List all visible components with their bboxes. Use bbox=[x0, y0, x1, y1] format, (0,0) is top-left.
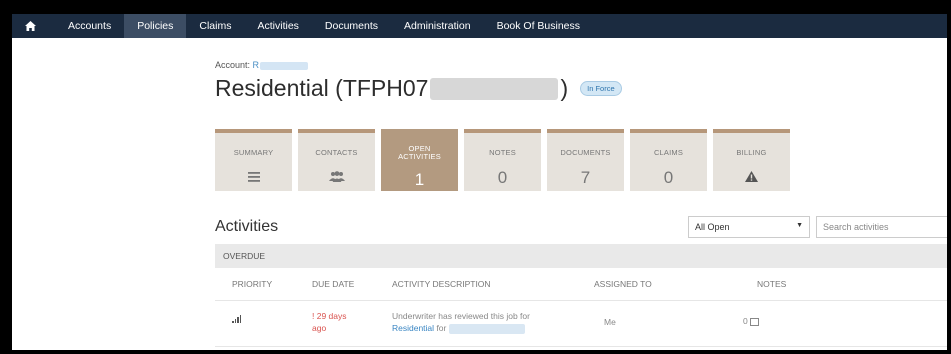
nav-administration[interactable]: Administration bbox=[391, 14, 484, 38]
policy-title-suffix: ) bbox=[560, 75, 569, 101]
caret-down-icon: ▼ bbox=[796, 222, 803, 229]
tile-documents[interactable]: DOCUMENTS 7 bbox=[547, 129, 624, 191]
filter-selected-value: All Open bbox=[695, 222, 730, 232]
tile-label: OPEN ACTIVITIES bbox=[381, 145, 458, 161]
tile-value: 0 bbox=[663, 168, 674, 187]
overdue-group-header[interactable]: OVERDUE bbox=[215, 244, 947, 268]
page-title: Residential (TFPH07 ) In Force bbox=[215, 75, 622, 102]
due-date-line1: ! 29 days bbox=[312, 311, 347, 321]
tile-label: SUMMARY bbox=[233, 148, 274, 157]
policy-title-prefix: Residential (TFPH07 bbox=[215, 75, 429, 101]
nav-claims[interactable]: Claims bbox=[186, 14, 244, 38]
activity-filter-select[interactable]: All Open ▼ bbox=[688, 216, 810, 238]
tile-notes[interactable]: NOTES 0 bbox=[464, 129, 541, 191]
assigned-to-cell: Me bbox=[604, 317, 616, 327]
top-nav: Accounts Policies Claims Activities Docu… bbox=[12, 14, 947, 38]
description-for: for bbox=[436, 323, 447, 333]
tile-label: DOCUMENTS bbox=[560, 148, 611, 157]
account-name-link[interactable]: R bbox=[253, 60, 260, 70]
summary-tiles: SUMMARY CONTACTS OPEN ACTIVITIES 1 NOTES… bbox=[215, 129, 796, 191]
warning-icon bbox=[713, 169, 790, 187]
account-label: Account: bbox=[215, 60, 251, 70]
home-icon[interactable] bbox=[12, 14, 48, 38]
description-cell: Underwriter has reviewed this job for Re… bbox=[392, 310, 530, 334]
tile-label: NOTES bbox=[489, 148, 516, 157]
note-icon bbox=[749, 317, 759, 326]
tile-value: 1 bbox=[414, 170, 425, 189]
tile-label-line2: ACTIVITIES bbox=[398, 152, 441, 161]
table-row[interactable]: ! 29 days ago Underwriter has reviewed t… bbox=[215, 300, 947, 347]
tile-label: BILLING bbox=[736, 148, 767, 157]
tile-billing[interactable]: BILLING bbox=[713, 129, 790, 191]
redacted-account-name bbox=[260, 61, 309, 70]
tile-value: 7 bbox=[580, 168, 591, 187]
search-activities-input[interactable] bbox=[816, 216, 947, 238]
tile-summary[interactable]: SUMMARY bbox=[215, 129, 292, 191]
notes-cell[interactable]: 0 bbox=[743, 315, 759, 327]
priority-signal-icon bbox=[232, 315, 242, 323]
due-date-cell: ! 29 days ago bbox=[312, 310, 347, 334]
nav-documents[interactable]: Documents bbox=[312, 14, 391, 38]
due-date-line2: ago bbox=[312, 323, 327, 333]
redacted-policy-number bbox=[430, 77, 559, 100]
column-due-date[interactable]: DUE DATE bbox=[312, 279, 354, 289]
description-text: Underwriter has reviewed this job for bbox=[392, 311, 530, 321]
account-line: Account: R bbox=[215, 60, 309, 70]
tile-value: 0 bbox=[497, 168, 508, 187]
notes-count: 0 bbox=[743, 316, 748, 326]
status-badge: In Force bbox=[580, 81, 622, 96]
tile-open-activities[interactable]: OPEN ACTIVITIES 1 bbox=[381, 129, 458, 191]
description-link[interactable]: Residential bbox=[392, 323, 434, 333]
tile-claims[interactable]: CLAIMS 0 bbox=[630, 129, 707, 191]
users-icon bbox=[298, 169, 375, 187]
activities-heading: Activities bbox=[215, 218, 279, 235]
redacted-account-link bbox=[449, 323, 526, 334]
nav-book-of-business[interactable]: Book Of Business bbox=[484, 14, 593, 38]
tile-label: CONTACTS bbox=[315, 148, 358, 157]
column-assigned-to[interactable]: ASSIGNED TO bbox=[594, 279, 652, 289]
list-icon bbox=[215, 169, 292, 187]
nav-accounts[interactable]: Accounts bbox=[48, 14, 124, 38]
tile-contacts[interactable]: CONTACTS bbox=[298, 129, 375, 191]
column-notes[interactable]: NOTES bbox=[757, 279, 786, 289]
column-activity-description[interactable]: ACTIVITY DESCRIPTION bbox=[392, 279, 491, 289]
tile-label: CLAIMS bbox=[653, 148, 684, 157]
app-window: Accounts Policies Claims Activities Docu… bbox=[12, 14, 947, 350]
nav-policies[interactable]: Policies bbox=[124, 14, 187, 38]
column-priority[interactable]: PRIORITY bbox=[232, 279, 272, 289]
nav-activities[interactable]: Activities bbox=[244, 14, 311, 38]
